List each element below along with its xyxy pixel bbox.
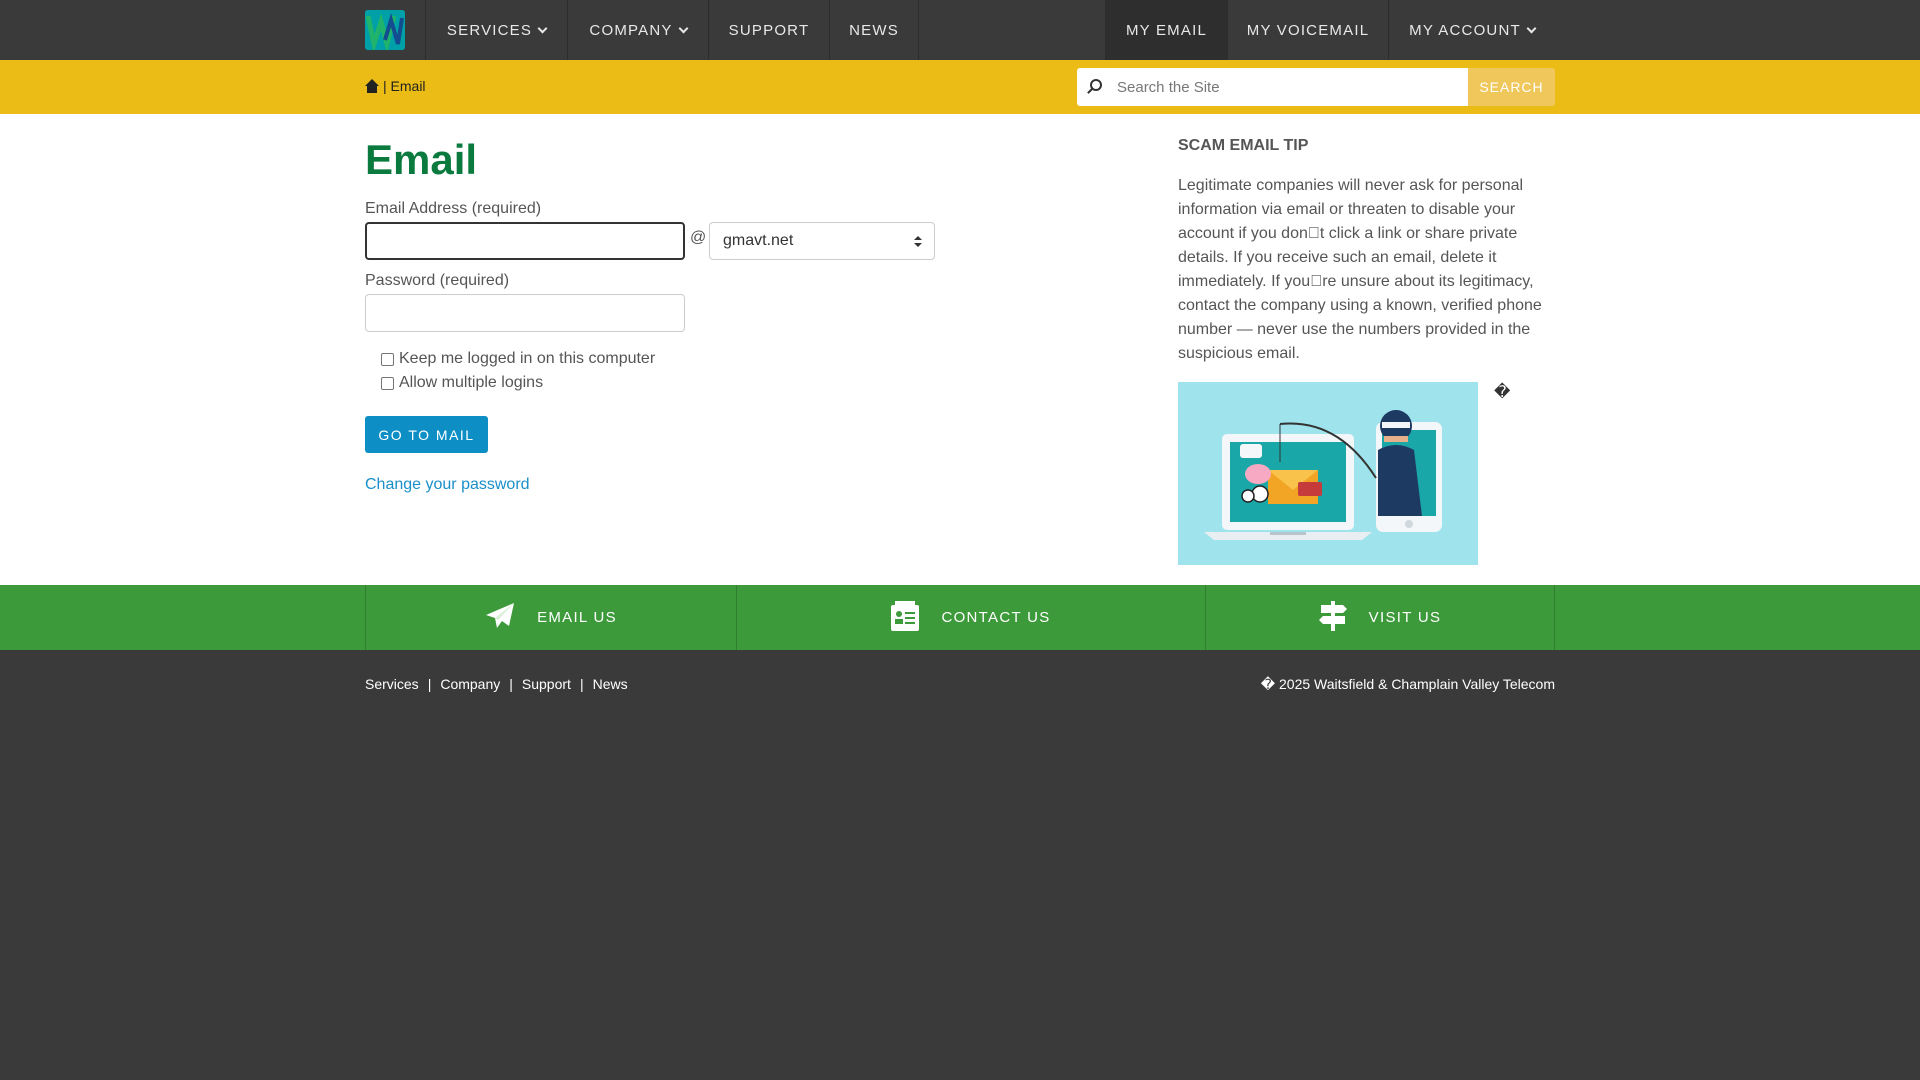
multiple-logins-row: Allow multiple logins (381, 374, 543, 392)
footer-separator: | (579, 676, 584, 692)
nav-my-voicemail-label: MY VOICEMAIL (1246, 21, 1370, 39)
nav-company-label: COMPANY (589, 21, 673, 39)
nav-news[interactable]: NEWS (829, 0, 919, 60)
email-field[interactable] (365, 222, 685, 260)
breadcrumb-current: Email (390, 78, 426, 94)
footer-link-services[interactable]: Services (365, 676, 419, 692)
keep-logged-in-row: Keep me logged in on this computer (381, 350, 655, 368)
breadcrumb-bar: | Email (0, 60, 1920, 114)
domain-select[interactable]: gmavt.net (709, 222, 935, 260)
search-box (1077, 68, 1468, 106)
nav-my-email-label: MY EMAIL (1125, 21, 1207, 39)
breadcrumb: | Email (365, 78, 426, 94)
keep-logged-in-checkbox[interactable] (381, 352, 394, 366)
nav-support-label: SUPPORT (728, 21, 810, 39)
visit-us-button[interactable]: VISIT US (1205, 585, 1555, 650)
change-password-link[interactable]: Change your password (365, 476, 530, 494)
nav-services-label: SERVICES (446, 21, 533, 39)
top-navigation: SERVICES COMPANY SUPPORT NEWS MY EMAIL M… (0, 0, 1920, 60)
email-us-label: EMAIL US (537, 609, 617, 626)
search-icon (1090, 79, 1102, 91)
contact-us-button[interactable]: CONTACT US (736, 585, 1205, 650)
multiple-logins-label: Allow multiple logins (399, 374, 544, 391)
footer-link-company[interactable]: Company (440, 676, 500, 692)
nav-my-voicemail[interactable]: MY VOICEMAIL (1227, 0, 1388, 60)
tip-title: SCAM EMAIL TIP (1178, 137, 1309, 154)
contact-card-icon (891, 600, 920, 635)
chevron-down-icon (678, 23, 689, 33)
page-title: Email (365, 136, 478, 183)
nav-support[interactable]: SUPPORT (708, 0, 829, 60)
stray-glyph: � (1494, 384, 1511, 401)
nav-company[interactable]: COMPANY (567, 0, 708, 60)
select-arrows-icon (914, 236, 922, 248)
email-us-button[interactable]: EMAIL US (365, 585, 736, 650)
go-to-mail-button[interactable]: GO TO MAIL (365, 416, 488, 453)
visit-us-label: VISIT US (1368, 609, 1442, 626)
signpost-icon (1318, 600, 1347, 635)
nav-services[interactable]: SERVICES (425, 0, 567, 60)
scam-illustration (1178, 382, 1478, 565)
at-sign: @ (690, 229, 707, 246)
contact-bar: EMAIL US CONTACT US VISIT US (0, 585, 1920, 650)
main-content: Email Email Address (required) @ gmavt.n… (0, 114, 1920, 585)
keep-logged-in-label: Keep me logged in on this computer (399, 350, 656, 367)
email-address-label: Email Address (required) (365, 200, 542, 217)
footer-separator: | (509, 676, 513, 692)
copyright-text: � 2025 Waitsfield & Champlain Valley Tel… (1260, 676, 1555, 692)
chevron-down-icon (1526, 23, 1537, 33)
nav-my-account-label: MY ACCOUNT (1409, 21, 1521, 39)
footer-link-news[interactable]: News (593, 676, 628, 692)
breadcrumb-separator: | (383, 78, 387, 94)
search-input[interactable] (1117, 68, 1457, 106)
contact-us-label: CONTACT US (941, 609, 1051, 626)
domain-selected-value: gmavt.net (723, 232, 794, 249)
company-logo[interactable] (365, 10, 405, 50)
footer-link-support[interactable]: Support (522, 676, 571, 692)
chevron-down-icon (537, 23, 548, 33)
multiple-logins-checkbox[interactable] (381, 376, 394, 390)
nav-my-account[interactable]: MY ACCOUNT (1388, 0, 1555, 60)
nav-news-label: NEWS (849, 21, 899, 39)
search-button[interactable]: SEARCH (1468, 68, 1555, 106)
password-label: Password (required) (365, 272, 510, 289)
home-icon[interactable] (365, 79, 379, 93)
footer-separator: | (427, 676, 432, 692)
password-field[interactable] (365, 294, 685, 332)
footer-links: Services | Company | Support | News (365, 676, 628, 692)
paper-plane-icon (485, 602, 515, 634)
tip-text: Legitimate companies will never ask for … (1178, 177, 1542, 362)
nav-my-email[interactable]: MY EMAIL (1105, 0, 1227, 60)
